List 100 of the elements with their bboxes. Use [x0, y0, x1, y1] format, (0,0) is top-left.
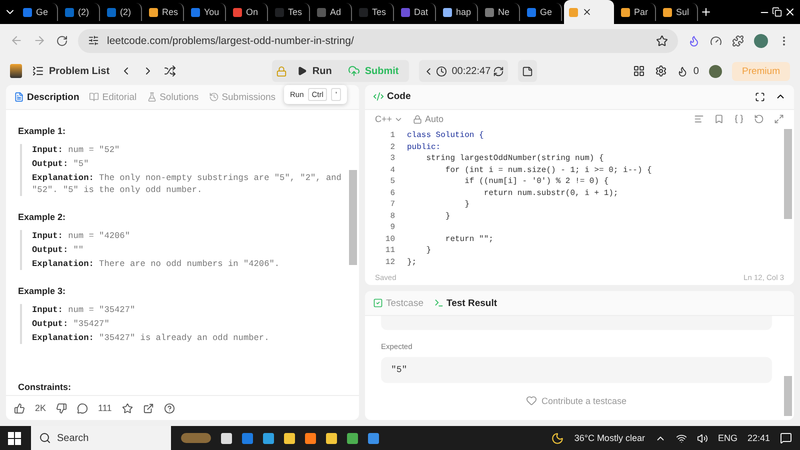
problem-list-link[interactable]: Problem List	[32, 65, 110, 77]
taskbar-app-icon[interactable]	[305, 432, 316, 444]
avatar-icon[interactable]	[754, 34, 768, 48]
windows-start-icon[interactable]	[8, 432, 21, 444]
browser-tab[interactable]: hap	[438, 3, 478, 21]
undo-icon[interactable]	[754, 114, 764, 124]
extensions-icon[interactable]	[732, 34, 744, 46]
scrollbar	[784, 376, 792, 416]
browser-tab[interactable]: (2)	[60, 3, 100, 21]
browser-tab[interactable]: Tes	[270, 3, 310, 21]
play-icon[interactable]	[297, 66, 308, 76]
browser-tab[interactable]: Dat	[396, 3, 436, 21]
browser-tab[interactable]: Ne	[480, 3, 520, 21]
flame-icon[interactable]	[677, 66, 688, 76]
comment-icon[interactable]	[77, 402, 88, 414]
example-line: Explanation: "35427" is already an odd number.	[32, 332, 270, 344]
example-line: Input: num = "52"	[32, 144, 121, 156]
line-number: 3	[389, 154, 395, 166]
example-heading: Example 1:	[18, 126, 67, 136]
search-icon[interactable]	[39, 432, 51, 444]
close-icon[interactable]	[784, 6, 796, 18]
reload-icon[interactable]	[56, 34, 68, 46]
clock[interactable]: 22:41	[747, 433, 770, 443]
layout-icon[interactable]	[633, 65, 646, 77]
weather-text: 36°C Mostly clear	[574, 433, 645, 443]
auto-mode[interactable]: Auto	[413, 114, 444, 124]
tab-icon[interactable]	[14, 92, 24, 102]
browser-tab[interactable]: Ge	[18, 3, 58, 21]
taskbar-app-icon[interactable]	[221, 432, 232, 444]
shuffle-icon[interactable]	[164, 65, 176, 77]
site-settings-icon[interactable]	[88, 35, 99, 46]
logo-icon[interactable]	[10, 64, 22, 78]
settings-icon[interactable]	[655, 65, 668, 77]
address-bar[interactable]: leetcode.com/problems/largest-odd-number-in-string/	[78, 28, 678, 52]
browser-tab[interactable]: (2)	[102, 3, 142, 21]
taskbar-app-icon[interactable]	[326, 432, 337, 444]
reset-icon[interactable]	[492, 66, 504, 76]
dislike-icon[interactable]	[56, 402, 68, 414]
language-indicator[interactable]: ENG	[718, 433, 738, 443]
browser-tab[interactable]: On	[228, 3, 268, 21]
example-line: Explanation: The only non-empty substrings are "5", "2", and "52". "5" is the only odd number.	[32, 172, 342, 196]
expand-icon[interactable]	[774, 114, 784, 124]
browser-tab[interactable]: Ad	[312, 3, 352, 21]
run-button[interactable]: Run	[289, 66, 340, 76]
example-heading: Example 2:	[18, 212, 67, 222]
share-icon[interactable]	[142, 402, 154, 414]
example-line: Input: num = "4206"	[32, 230, 131, 242]
browser-tab[interactable]: Ge	[522, 3, 562, 21]
restore-icon[interactable]	[772, 7, 782, 17]
taskbar-app-icon[interactable]	[284, 432, 295, 444]
comment-count: 111	[98, 403, 112, 413]
maximize-icon[interactable]	[755, 92, 765, 102]
note-icon[interactable]	[522, 66, 533, 76]
result-tab[interactable]: Test Result	[434, 298, 498, 308]
line-number: 1	[389, 131, 395, 142]
help-icon[interactable]	[164, 402, 175, 414]
streak-counter[interactable]: 0	[677, 66, 699, 76]
taskbar-app-icon[interactable]	[347, 432, 358, 444]
browser-tab[interactable]	[564, 0, 614, 24]
heart-icon[interactable]	[526, 395, 538, 406]
browser-tab[interactable]: Par	[616, 3, 656, 21]
bookmark-icon[interactable]	[714, 114, 724, 124]
language-select[interactable]: C++	[375, 114, 404, 124]
extension-icon[interactable]	[688, 34, 700, 46]
bookmark-star-icon[interactable]	[656, 34, 668, 46]
wifi-icon[interactable]	[676, 432, 687, 444]
code-tab[interactable]: Code	[373, 91, 411, 102]
code-line: return "";	[444, 234, 494, 246]
braces-icon[interactable]	[734, 114, 744, 124]
star-icon[interactable]	[122, 402, 133, 414]
line-number: 7	[389, 200, 395, 212]
browser-tab[interactable]: Tes	[354, 3, 394, 21]
weather-icon	[551, 432, 564, 444]
browser-tab[interactable]: Res	[144, 3, 184, 21]
code-line: return num.substr(0, i + 1);	[482, 188, 618, 200]
code-line: if ((num[i] - '0') % 2 != 0) {	[464, 177, 609, 188]
format-icon[interactable]	[694, 114, 704, 124]
notification-icon[interactable]	[780, 432, 792, 444]
browser-tab[interactable]: You	[186, 3, 226, 21]
avatar-icon[interactable]	[708, 64, 722, 78]
close-tab-icon[interactable]	[582, 7, 592, 17]
panel-tab[interactable]: Description	[14, 92, 80, 102]
example-line: Output: "5"	[32, 158, 90, 170]
example-line: Output: ""	[32, 244, 85, 256]
taskbar-app-icon[interactable]	[263, 432, 274, 444]
like-count: 2K	[35, 403, 46, 413]
list-icon[interactable]	[32, 65, 44, 77]
lock-icon[interactable]	[413, 114, 422, 124]
taskbar-app-icon[interactable]	[368, 432, 379, 444]
clock-icon[interactable]	[436, 66, 447, 76]
taskbar-search[interactable]: Search	[31, 426, 171, 450]
volume-icon[interactable]	[696, 432, 708, 444]
code-line: for (int i = num.size() - 1; i >= 0; i--) {	[444, 166, 652, 177]
like-icon[interactable]	[14, 402, 25, 414]
new-tab-icon[interactable]	[700, 6, 712, 18]
code-line: }	[425, 246, 432, 258]
browser-tab[interactable]: Sul	[658, 3, 698, 21]
code-line: };	[407, 258, 417, 269]
gauge-icon[interactable]	[710, 34, 722, 46]
code-line: class Solution {	[407, 131, 484, 142]
